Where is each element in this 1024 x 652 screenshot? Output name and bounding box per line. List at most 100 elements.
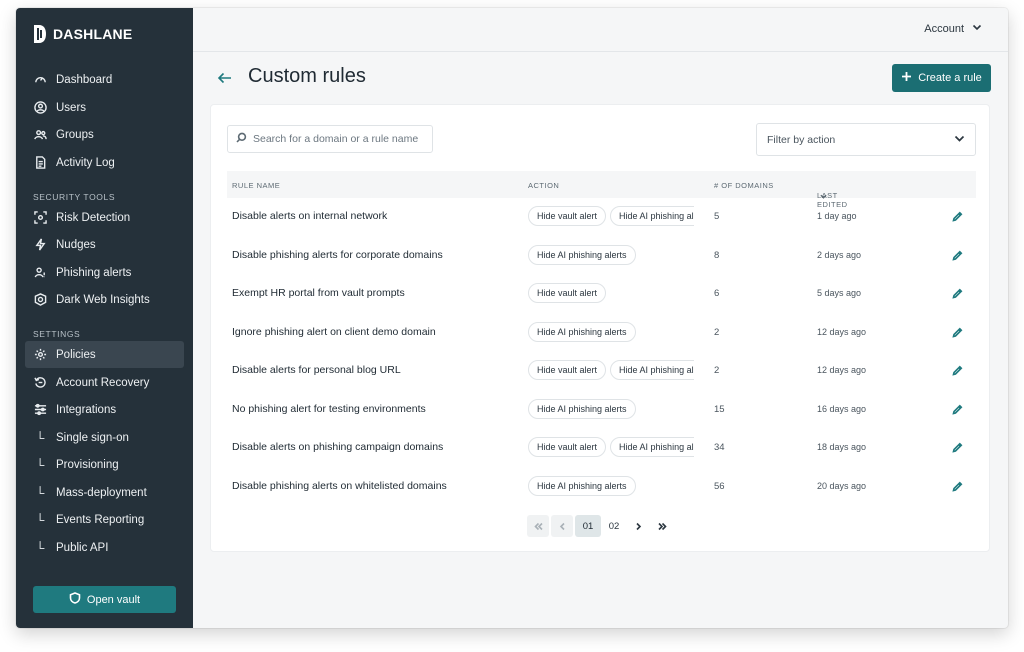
sub-item-icon: └ (35, 485, 45, 500)
action-chip: Hide AI phishing alerts (610, 437, 694, 457)
column-header-rule-name: RULE NAME (232, 181, 281, 190)
rule-name: Disable alerts on phishing campaign doma… (232, 441, 444, 453)
table-row[interactable]: Disable alerts for personal blog URL Hide… (227, 352, 976, 390)
back-arrow-icon[interactable] (217, 70, 233, 86)
chevron-down-icon (954, 133, 965, 147)
search-input[interactable] (253, 133, 423, 145)
action-chip: Hide vault alert (528, 437, 607, 457)
edit-pencil-icon[interactable] (952, 325, 966, 339)
table-row[interactable]: Exempt HR portal from vault prompts Hide … (227, 275, 976, 313)
sidebar-item-policies[interactable]: Policies (25, 341, 184, 368)
rule-name: Disable alerts on internal network (232, 210, 388, 222)
action-chip: Hide AI phishing alerts (528, 244, 636, 265)
table-header: RULE NAME ACTION # OF DOMAINS LAST EDITE… (227, 171, 976, 209)
sidebar-item-mass-deployment[interactable]: └ Mass-deployment (25, 479, 184, 506)
first-page-button[interactable] (527, 515, 549, 537)
sidebar-item-label: Dashboard (56, 73, 113, 86)
rule-actions: Hide vault alertHide AI phishing alerts (528, 206, 694, 228)
previous-page-button[interactable] (551, 515, 573, 537)
page-button-02[interactable]: 02 (603, 515, 625, 537)
rule-name: No phishing alert for testing environmen… (232, 402, 426, 415)
sub-item-icon: └ (35, 512, 45, 527)
next-page-button[interactable] (627, 515, 649, 537)
main-content: Account Custom rules Create a rule Filte… (193, 8, 1008, 628)
edit-pencil-icon[interactable] (952, 248, 966, 262)
rule-actions: Hide vault alertHide AI phishing alerts (528, 437, 694, 459)
table-row[interactable]: Disable alerts on phishing campaign doma… (227, 429, 976, 467)
edit-pencil-icon[interactable] (952, 479, 966, 493)
users-group-icon (33, 128, 47, 142)
create-rule-button[interactable]: Create a rule (892, 64, 991, 92)
last-page-button[interactable] (651, 515, 673, 537)
sidebar-item-integrations[interactable]: Integrations (25, 396, 184, 423)
open-vault-button[interactable]: Open vault (33, 586, 176, 613)
edit-pencil-icon[interactable] (952, 209, 966, 223)
sidebar-item-label: Public API (56, 541, 109, 554)
pagination: 01 02 (527, 515, 673, 537)
sidebar-item-label: Account Recovery (56, 376, 150, 389)
table-row[interactable]: No phishing alert for testing environmen… (227, 391, 976, 429)
account-menu[interactable]: Account (924, 22, 982, 35)
rule-actions: Hide vault alertHide AI phishing alerts (528, 360, 694, 382)
rule-name: Ignore phishing alert on client demo dom… (232, 325, 436, 338)
edit-pencil-icon[interactable] (952, 286, 966, 300)
table-row[interactable]: Disable alerts on internal network Hide v… (227, 198, 976, 236)
shield-icon (69, 592, 81, 607)
domain-count: 2 (714, 365, 720, 376)
column-header-domains: # OF DOMAINS (714, 181, 774, 190)
rule-actions: Hide AI phishing alerts (528, 321, 694, 344)
sidebar-item-label: Mass-deployment (56, 486, 147, 499)
table-row[interactable]: Disable phishing alerts on whitelisted d… (227, 468, 976, 506)
brand-logo[interactable]: DASHLANE (33, 24, 132, 44)
edit-pencil-icon[interactable] (952, 440, 966, 454)
recovery-icon (33, 376, 47, 390)
sidebar-item-users[interactable]: Users (25, 94, 184, 121)
sidebar-item-dark-web-insights[interactable]: Dark Web Insights (25, 286, 184, 313)
sidebar-item-groups[interactable]: Groups (25, 121, 184, 148)
sidebar-item-activity-log[interactable]: Activity Log (25, 149, 184, 176)
account-label: Account (924, 22, 964, 35)
domain-count: 5 (714, 211, 720, 222)
rule-name: Disable phishing alerts for corporate do… (232, 248, 443, 261)
rule-name: Disable alerts for personal blog URL (232, 364, 401, 376)
search-box[interactable] (227, 125, 433, 153)
bolt-icon (33, 238, 47, 252)
edit-pencil-icon[interactable] (952, 363, 966, 377)
action-chip: Hide AI phishing alerts (528, 398, 636, 419)
last-edited: 2 days ago (817, 249, 862, 260)
action-chip: Hide AI phishing alerts (610, 360, 694, 380)
search-icon (236, 130, 247, 148)
table-row[interactable]: Disable phishing alerts for corporate do… (227, 237, 976, 275)
last-edited: 12 days ago (817, 365, 867, 375)
user-circle-icon (33, 101, 47, 115)
sidebar-item-account-recovery[interactable]: Account Recovery (25, 369, 184, 396)
table-row[interactable]: Ignore phishing alert on client demo dom… (227, 314, 976, 352)
sidebar-item-public-api[interactable]: └ Public API (25, 534, 184, 561)
rule-name: Disable phishing alerts on whitelisted d… (232, 479, 447, 492)
sidebar-item-provisioning[interactable]: └ Provisioning (25, 451, 184, 478)
filter-by-action-select[interactable]: Filter by action (756, 123, 976, 156)
sidebar-item-phishing-alerts[interactable]: Phishing alerts (25, 259, 184, 286)
dashlane-logo-icon (33, 24, 47, 44)
create-rule-label: Create a rule (918, 72, 982, 84)
sidebar-item-risk-detection[interactable]: Risk Detection (25, 204, 184, 231)
sidebar-item-dashboard[interactable]: Dashboard (25, 66, 184, 93)
domain-count: 34 (714, 442, 725, 453)
sidebar-item-events-reporting[interactable]: └ Events Reporting (25, 506, 184, 533)
sidebar-item-label: Events Reporting (56, 513, 145, 526)
sidebar-item-nudges[interactable]: Nudges (25, 231, 184, 258)
page-title: Custom rules (248, 65, 366, 87)
sidebar-item-single-sign-on[interactable]: └ Single sign-on (25, 424, 184, 451)
sub-item-icon: └ (35, 457, 45, 472)
settings-heading: SETTINGS (33, 329, 81, 339)
sidebar-item-label: Phishing alerts (56, 266, 132, 279)
sidebar: DASHLANE Dashboard Users Groups Activity… (16, 8, 193, 628)
edit-pencil-icon[interactable] (952, 402, 966, 416)
domain-count: 56 (714, 480, 725, 492)
globe-shield-icon (33, 293, 47, 307)
rule-actions: Hide vault alert (528, 283, 694, 305)
rule-actions: Hide AI phishing alerts (528, 398, 694, 421)
last-edited: 1 day ago (817, 211, 857, 221)
page-button-01[interactable]: 01 (575, 515, 601, 537)
plus-icon (901, 71, 912, 85)
